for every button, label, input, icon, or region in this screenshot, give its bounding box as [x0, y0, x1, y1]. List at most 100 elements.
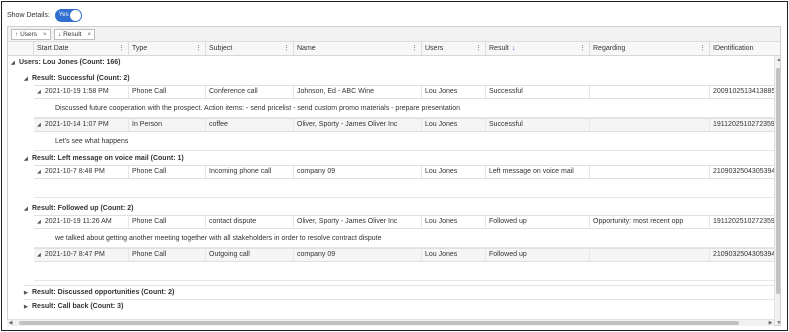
scroll-right-icon[interactable]: ▶	[767, 320, 774, 327]
toolbar: Show Details: Yes	[7, 8, 82, 22]
expand-icon[interactable]: ▶	[24, 288, 30, 299]
cell-start-date: ◢ 2021-10-19 11:26 AM	[34, 216, 129, 228]
cell-regarding: Opportunity: most recent opp	[590, 216, 710, 228]
cell-text: 2021-10-19 1:58 PM	[44, 88, 109, 95]
scroll-up-icon[interactable]: ▲	[775, 56, 780, 64]
cell-users: Lou Jones	[422, 119, 486, 131]
group-chip-users[interactable]: ↑ Users ×	[11, 29, 51, 40]
collapse-icon[interactable]: ◢	[37, 252, 41, 258]
cell-type: Phone Call	[129, 216, 206, 228]
scroll-thumb[interactable]	[19, 321, 739, 325]
sort-desc-icon: ↓	[511, 45, 516, 52]
table-row[interactable]: ◢ 2021-10-7 8:48 PM Phone Call Incoming p…	[34, 165, 774, 179]
cell-type: Phone Call	[129, 86, 206, 98]
group-label: Result: Successful (Count: 2)	[32, 75, 130, 82]
group-row-successful[interactable]: ◢ Result: Successful (Count: 2)	[24, 73, 130, 84]
cell-users: Lou Jones	[422, 166, 486, 178]
header-users[interactable]: Users ⋮	[422, 42, 486, 56]
cell-users: Lou Jones	[422, 86, 486, 98]
cell-result: Followed up	[486, 216, 590, 228]
group-row-call-back[interactable]: ▶ Result: Call back (Count: 3)	[24, 301, 123, 312]
collapse-icon[interactable]: ◢	[24, 154, 30, 165]
group-row-discussed[interactable]: ▶ Result: Discussed opportunities (Count:…	[24, 287, 174, 298]
toggle-knob	[69, 9, 81, 21]
header-identification[interactable]: IDentification	[710, 42, 780, 56]
collapse-icon[interactable]: ◢	[11, 58, 17, 69]
table-row[interactable]: ◢ 2021-10-19 1:58 PM Phone Call Conferenc…	[34, 85, 774, 99]
horizontal-scrollbar[interactable]: ◀ ▶	[7, 319, 774, 326]
cell-result: Successful	[486, 119, 590, 131]
group-label: Result: Call back (Count: 3)	[32, 303, 124, 310]
scroll-thumb[interactable]	[776, 68, 780, 294]
header-type[interactable]: Type ⋮	[129, 42, 206, 56]
column-menu-icon[interactable]: ⋮	[579, 42, 586, 56]
row-detail: Discussed future cooperation with the pr…	[34, 99, 774, 118]
collapse-icon[interactable]: ◢	[24, 204, 30, 215]
group-row-followed-up[interactable]: ◢ Result: Followed up (Count: 2)	[24, 203, 134, 214]
header-name[interactable]: Name ⋮	[294, 42, 422, 56]
collapse-icon[interactable]: ◢	[37, 122, 41, 128]
table-row[interactable]: ◢ 2021-10-14 1:07 PM In Person coffee Oli…	[34, 118, 774, 132]
grid-body: ◢ Users: Lou Jones (Count: 166) ◢ Result: …	[8, 56, 774, 325]
row-detail	[34, 179, 774, 198]
column-menu-icon[interactable]: ⋮	[283, 42, 290, 56]
cell-name: company 09	[294, 249, 422, 261]
cell-regarding	[590, 119, 710, 131]
cell-users: Lou Jones	[422, 216, 486, 228]
cell-text: 2021-10-7 8:47 PM	[44, 251, 105, 258]
cell-text: 2021-10-7 8:48 PM	[44, 168, 105, 175]
header-start-date[interactable]: Start Date ⋮	[34, 42, 129, 56]
cell-type: In Person	[129, 119, 206, 131]
header-label: Regarding	[593, 45, 626, 52]
header-label: Name	[297, 45, 316, 52]
group-row-user[interactable]: ◢ Users: Lou Jones (Count: 166)	[11, 57, 121, 68]
close-icon[interactable]: ×	[87, 31, 91, 38]
cell-subject: Conference call	[206, 86, 294, 98]
cell-type: Phone Call	[129, 166, 206, 178]
group-chip-result[interactable]: ↓ Result ×	[54, 29, 96, 40]
row-detail	[34, 262, 774, 281]
cell-identification: 21090325043053949	[713, 168, 774, 175]
cell-start-date: ◢ 2021-10-7 8:47 PM	[34, 249, 129, 261]
show-details-label: Show Details:	[7, 11, 50, 19]
column-menu-icon[interactable]: ⋮	[475, 42, 482, 56]
header-subject[interactable]: Subject ⋮	[206, 42, 294, 56]
header-label: Users	[425, 45, 444, 52]
cell-subject: Outgoing call	[206, 249, 294, 261]
collapse-icon[interactable]: ◢	[24, 74, 30, 85]
row-detail: Let's see what happens	[34, 132, 774, 151]
show-details-toggle[interactable]: Yes	[54, 8, 82, 22]
vertical-scrollbar[interactable]: ▲ ▼	[774, 56, 780, 325]
cell-name: company 09	[294, 166, 422, 178]
header-regarding[interactable]: Regarding ⋮	[590, 42, 710, 56]
row-detail: we talked about getting another meeting …	[34, 229, 774, 248]
column-menu-icon[interactable]: ⋮	[118, 42, 125, 56]
cell-regarding	[590, 249, 710, 261]
cell-name: Oliver, Sporty - James Oliver Inc	[294, 216, 422, 228]
group-label: Result: Left message on voice mail (Coun…	[32, 155, 184, 162]
group-label: Users: Lou Jones (Count: 166)	[19, 59, 121, 66]
scroll-left-icon[interactable]: ◀	[7, 320, 14, 327]
group-row-left-message[interactable]: ◢ Result: Left message on voice mail (Cou…	[24, 153, 184, 164]
table-row[interactable]: ◢ 2021-10-7 8:47 PM Phone Call Outgoing c…	[34, 248, 774, 262]
cell-start-date: ◢ 2021-10-14 1:07 PM	[34, 119, 129, 131]
header-result[interactable]: Result ↓ ⋮	[486, 42, 590, 56]
expand-icon[interactable]: ▶	[24, 302, 30, 313]
header-label: Start Date	[37, 45, 69, 52]
column-menu-icon[interactable]: ⋮	[411, 42, 418, 56]
close-icon[interactable]: ×	[43, 31, 47, 38]
cell-start-date: ◢ 2021-10-19 1:58 PM	[34, 86, 129, 98]
cell-text: 2021-10-19 11:26 AM	[44, 218, 112, 225]
collapse-icon[interactable]: ◢	[37, 219, 41, 225]
data-grid: ↑ Users × ↓ Result × Start Date ⋮ Type ⋮ S…	[7, 26, 781, 326]
header-label: Subject	[209, 45, 233, 52]
collapse-icon[interactable]: ◢	[37, 89, 41, 95]
collapse-icon[interactable]: ◢	[37, 169, 41, 175]
header-label: Type	[132, 45, 148, 52]
table-row[interactable]: ◢ 2021-10-19 11:26 AM Phone Call contact …	[34, 215, 774, 229]
cell-result: Left message on voice mail	[486, 166, 590, 178]
column-menu-icon[interactable]: ⋮	[699, 42, 706, 56]
divider	[24, 299, 774, 300]
scroll-down-icon[interactable]: ▼	[775, 319, 780, 325]
column-menu-icon[interactable]: ⋮	[195, 42, 202, 56]
